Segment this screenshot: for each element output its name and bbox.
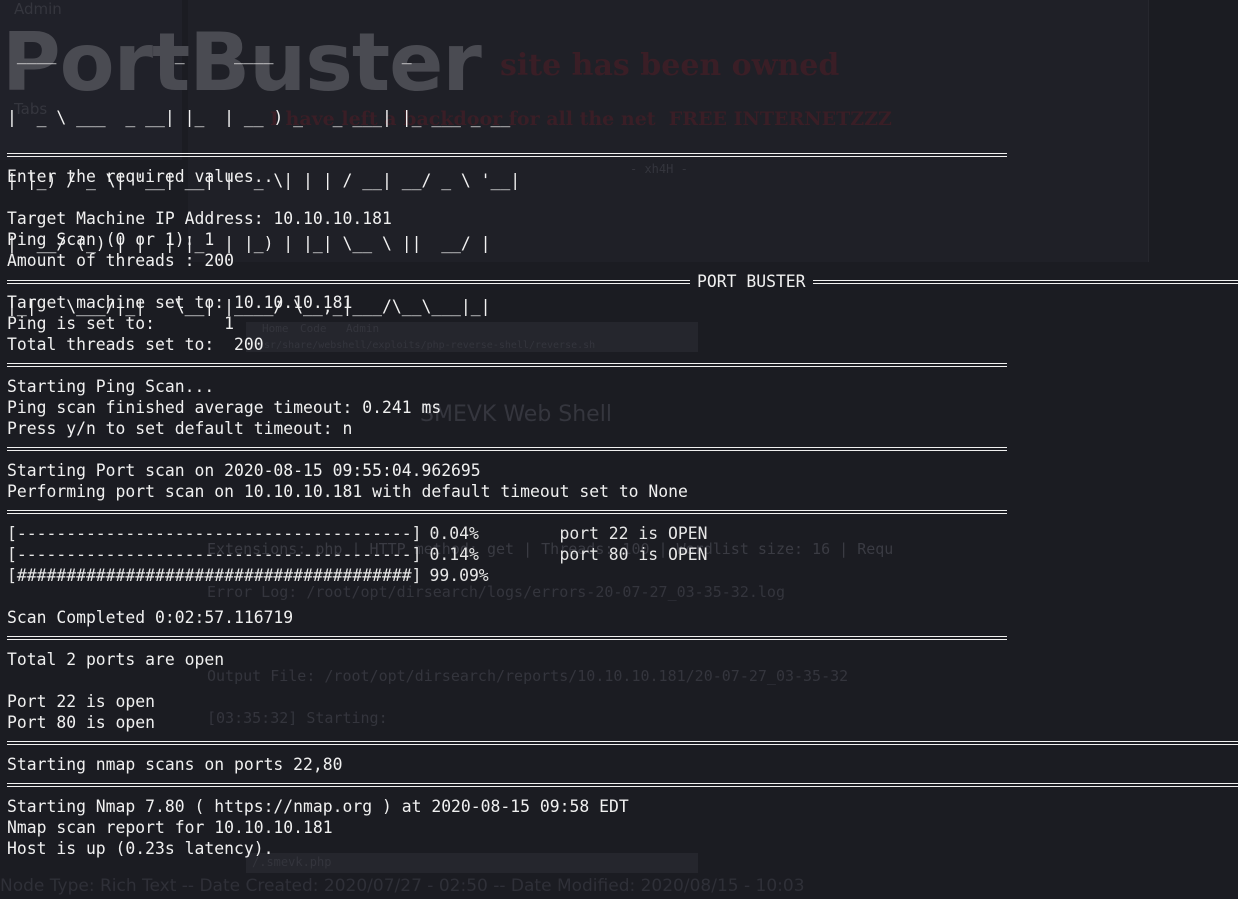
starting-port-scan-text: Starting Port scan on 2020-08-15 09:55:0… — [7, 461, 481, 480]
progress-percent: 99.09% — [429, 566, 489, 585]
ascii-banner-line: | _ \ ___ _ __| |_ | __ ) _ _ ___| |_ __… — [7, 108, 511, 127]
separator — [7, 355, 1238, 376]
ping-finished-text: Ping scan finished average timeout: 0.24… — [7, 398, 442, 417]
background-status-bar: Node Type: Rich Text -- Date Created: 20… — [0, 876, 805, 896]
starting-ping-text: Starting Ping Scan... — [7, 377, 215, 396]
port-80-open-text: Port 80 is open — [7, 713, 156, 732]
separator — [7, 502, 1238, 523]
progress-bar: [---------------------------------------… — [7, 545, 422, 564]
total-open-text: Total 2 ports are open — [7, 650, 225, 669]
nmap-start-text: Starting nmap scans on ports 22,80 — [7, 755, 343, 774]
progress-bar: [#######################################… — [7, 566, 422, 585]
performing-scan-text: Performing port scan on 10.10.10.181 wit… — [7, 482, 688, 501]
ping-set-text: Ping is set to: 1 — [7, 314, 234, 333]
progress-bar: [---------------------------------------… — [7, 524, 422, 543]
press-yn-text: Press y/n to set default timeout: n — [7, 419, 353, 438]
progress-message: port 80 is OPEN — [559, 545, 708, 564]
separator — [7, 733, 1238, 754]
banner-label: PORT BUSTER — [697, 272, 806, 291]
separator — [7, 775, 1238, 796]
progress-line: [---------------------------------------… — [7, 523, 1238, 544]
port-22-open-text: Port 22 is open — [7, 692, 156, 711]
banner-bar — [812, 279, 1238, 284]
progress-percent: 0.14% — [429, 545, 479, 564]
scan-completed-text: Scan Completed 0:02:57.116719 — [7, 608, 294, 627]
enter-values-text: Enter the required values.. — [7, 167, 274, 186]
ascii-banner-line: ____ _ ____ _ — [7, 45, 412, 64]
ping-scan-prompt: Ping Scan (0 or 1): 1 — [7, 230, 215, 249]
target-set-text: Target machine set to: 10.10.10.181 — [7, 293, 353, 312]
progress-line: [---------------------------------------… — [7, 544, 1238, 565]
separator — [7, 439, 1238, 460]
threads-set-text: Total threads set to: 200 — [7, 335, 264, 354]
background-headline: site has been owned — [500, 48, 840, 83]
host-up-text: Host is up (0.23s latency). — [7, 839, 274, 858]
separator — [7, 628, 1238, 649]
nmap-report-text: Nmap scan report for 10.10.10.181 — [7, 818, 333, 837]
banner-bar — [7, 279, 690, 284]
progress-line: [#######################################… — [7, 565, 1238, 586]
progress-message: port 22 is OPEN — [559, 524, 708, 543]
target-ip-prompt: Target Machine IP Address: 10.10.10.181 — [7, 209, 392, 228]
port-buster-banner: PORT BUSTER — [7, 271, 1238, 292]
threads-prompt: Amount of threads : 200 — [7, 251, 234, 270]
nmap-version-text: Starting Nmap 7.80 ( https://nmap.org ) … — [7, 797, 629, 816]
terminal-output: Enter the required values.. Target Machi… — [7, 145, 1238, 859]
progress-percent: 0.04% — [429, 524, 479, 543]
separator — [7, 145, 1238, 166]
